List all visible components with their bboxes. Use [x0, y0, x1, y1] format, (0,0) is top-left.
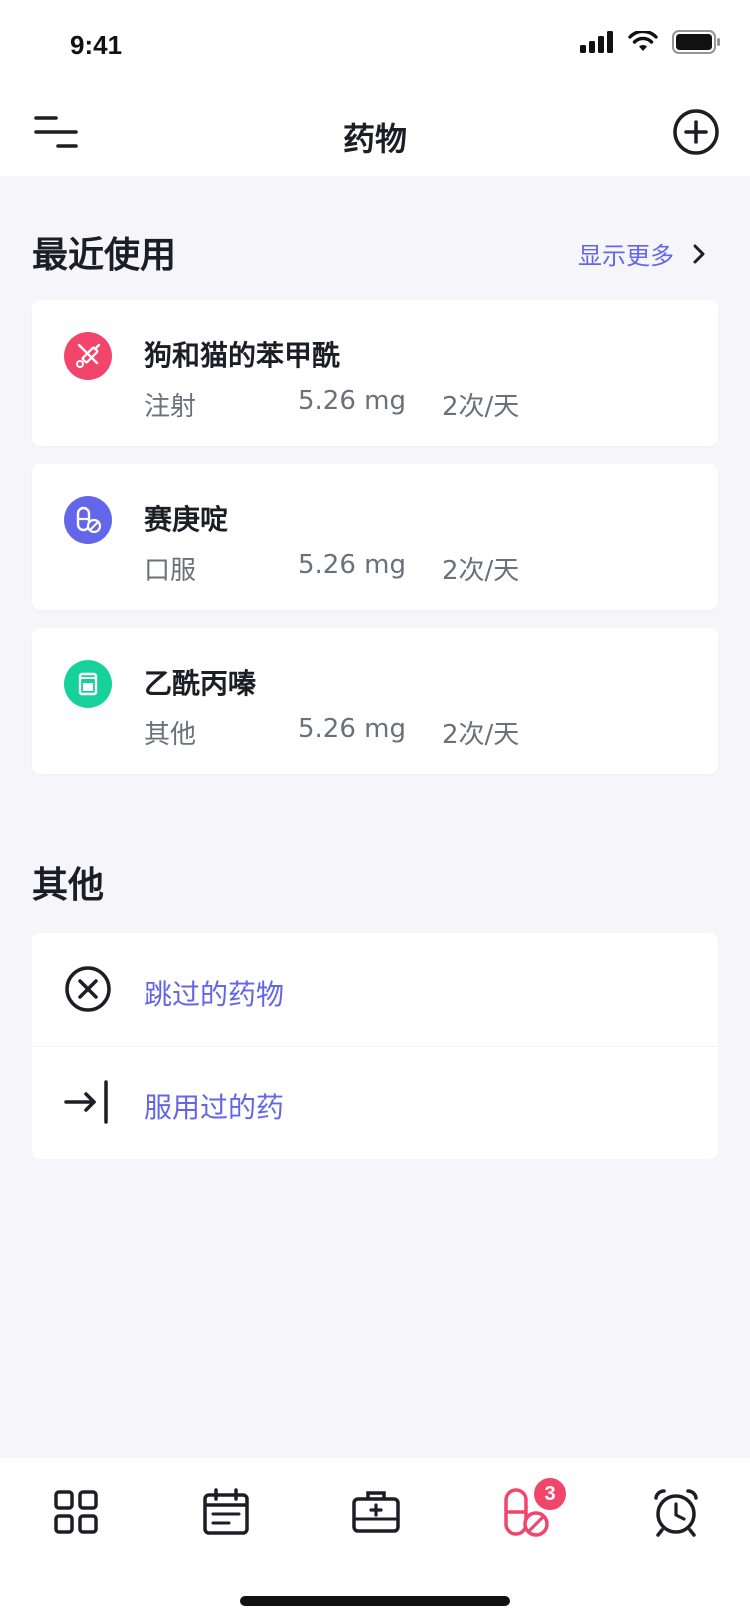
syringe-icon — [76, 343, 101, 368]
medical-kit-icon — [352, 1491, 400, 1533]
medication-name: 赛庚啶 — [144, 503, 229, 536]
add-medication-button[interactable] — [672, 108, 720, 156]
medication-frequency: 2次/天 — [442, 720, 520, 750]
medication-card[interactable]: 狗和猫的苯甲酰 注射 5.26 mg 2次/天 — [32, 300, 718, 446]
skip-circle-icon — [65, 966, 111, 1012]
status-bar: 9:41 — [0, 0, 750, 88]
alarm-clock-icon — [654, 1489, 698, 1537]
other-section-title: 其他 — [32, 865, 105, 906]
plus-circle-icon — [673, 109, 719, 155]
medications-screen: 9:41 药物 最近使用 显示更多 狗和猫的苯甲酰 注射 5.26 mg 2次/… — [0, 0, 750, 1624]
medication-route: 口服 — [144, 556, 197, 586]
tab-calendar[interactable] — [196, 1482, 256, 1542]
other-list: 跳过的药物 服用过的药 — [32, 933, 718, 1159]
status-icons — [580, 30, 720, 54]
medication-dose: 5.26 mg — [298, 550, 406, 580]
home-indicator[interactable] — [240, 1596, 510, 1606]
chevron-right-icon — [693, 244, 705, 263]
taken-medications-item[interactable]: 服用过的药 — [32, 1046, 718, 1159]
show-more-label: 显示更多 — [578, 242, 674, 270]
tab-first-aid[interactable] — [346, 1482, 406, 1542]
taken-medications-label: 服用过的药 — [144, 1091, 285, 1124]
medication-route: 注射 — [144, 392, 197, 422]
medication-dose: 5.26 mg — [298, 386, 406, 416]
show-more-link[interactable]: 显示更多 — [578, 236, 706, 271]
medication-card[interactable]: 赛庚啶 口服 5.26 mg 2次/天 — [32, 464, 718, 610]
medication-card[interactable]: 乙酰丙嗪 其他 5.26 mg 2次/天 — [32, 628, 718, 774]
medicine-cup-icon — [78, 672, 98, 696]
medication-frequency: 2次/天 — [442, 392, 520, 422]
medication-route: 其他 — [144, 720, 197, 750]
medications-count-badge: 3 — [532, 1476, 568, 1512]
medication-dose: 5.26 mg — [298, 714, 406, 744]
skipped-medications-label: 跳过的药物 — [144, 978, 285, 1011]
nav-bar: 药物 — [0, 88, 750, 176]
medicine-cup-badge — [64, 660, 112, 708]
pill-badge — [64, 496, 112, 544]
medication-name: 狗和猫的苯甲酰 — [144, 339, 341, 372]
skipped-medications-item[interactable]: 跳过的药物 — [32, 933, 718, 1047]
recent-section-title: 最近使用 — [32, 235, 177, 276]
status-time: 9:41 — [70, 30, 123, 60]
syringe-badge — [64, 332, 112, 380]
medication-name: 乙酰丙嗪 — [144, 667, 257, 700]
tab-dashboard[interactable] — [46, 1482, 106, 1542]
tab-reminders[interactable] — [646, 1482, 706, 1542]
signal-icon — [580, 31, 613, 53]
medication-frequency: 2次/天 — [442, 556, 520, 586]
taken-arrow-icon — [64, 1080, 108, 1124]
page-title: 药物 — [342, 120, 407, 158]
calendar-icon — [203, 1488, 249, 1535]
wifi-icon — [628, 31, 658, 51]
battery-icon — [672, 30, 720, 54]
grid-icon — [54, 1490, 98, 1534]
pill-icon — [76, 506, 102, 534]
